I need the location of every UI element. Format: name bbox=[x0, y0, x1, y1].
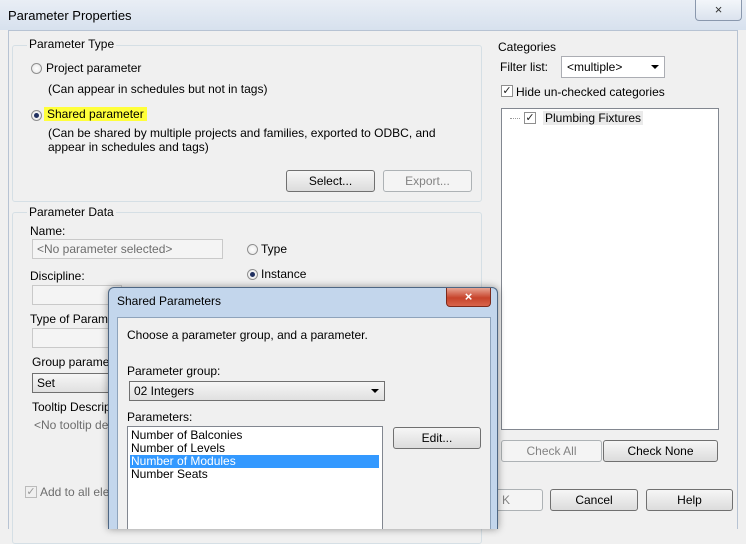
group-parameter-label: Group paramete bbox=[32, 355, 120, 369]
instance-label[interactable]: Instance bbox=[261, 267, 306, 281]
filter-list-label: Filter list: bbox=[500, 60, 548, 74]
hide-unchecked-label[interactable]: Hide un-checked categories bbox=[516, 85, 665, 99]
shared-parameter-radio[interactable] bbox=[31, 110, 42, 121]
shared-parameters-dialog: Shared Parameters × Choose a parameter g… bbox=[108, 287, 498, 529]
parameters-label: Parameters: bbox=[127, 410, 193, 424]
shared-parameter-label[interactable]: Shared parameter bbox=[44, 107, 147, 121]
export-button[interactable]: Export... bbox=[383, 170, 472, 192]
window-title: Parameter Properties bbox=[8, 8, 132, 23]
parameter-type-group: Parameter Type Project parameter (Can ap… bbox=[12, 37, 482, 202]
list-item[interactable]: Number Seats bbox=[130, 468, 379, 481]
edit-button[interactable]: Edit... bbox=[393, 427, 481, 449]
close-icon: × bbox=[714, 2, 723, 17]
window-close-button[interactable]: × bbox=[695, 0, 742, 21]
shared-parameters-close-button[interactable]: × bbox=[446, 288, 491, 307]
shared-parameter-description-line1: (Can be shared by multiple projects and … bbox=[48, 126, 436, 140]
shared-parameters-body: Choose a parameter group, and a paramete… bbox=[117, 317, 491, 529]
cancel-button[interactable]: Cancel bbox=[550, 489, 638, 511]
ok-button-label: K bbox=[502, 493, 511, 507]
filter-list-value: <multiple> bbox=[567, 60, 623, 74]
instance-radio[interactable] bbox=[247, 269, 258, 280]
instruction-text: Choose a parameter group, and a paramete… bbox=[127, 328, 368, 342]
add-to-all-checkbox[interactable]: ✓ bbox=[25, 486, 37, 498]
shared-parameters-title: Shared Parameters bbox=[117, 294, 222, 308]
type-label[interactable]: Type bbox=[261, 242, 287, 256]
plumbing-fixtures-checkbox[interactable]: ✓ bbox=[524, 112, 536, 124]
parameter-group-value: 02 Integers bbox=[134, 384, 195, 398]
shared-parameter-description-line2: appear in schedules and tags) bbox=[48, 140, 209, 154]
tree-connector bbox=[510, 118, 520, 119]
group-parameter-value: Set bbox=[37, 376, 56, 390]
parameter-group-label: Parameter group: bbox=[127, 364, 221, 378]
project-parameter-radio[interactable] bbox=[31, 63, 42, 74]
close-icon: × bbox=[464, 289, 473, 304]
name-field[interactable]: <No parameter selected> bbox=[32, 239, 223, 259]
parameter-group-select[interactable]: 02 Integers bbox=[129, 381, 385, 401]
filter-list-select[interactable]: <multiple> bbox=[561, 56, 665, 78]
category-item-plumbing-fixtures[interactable]: Plumbing Fixtures bbox=[543, 111, 644, 125]
categories-label: Categories bbox=[498, 40, 557, 54]
chevron-down-icon bbox=[371, 389, 379, 393]
select-button[interactable]: Select... bbox=[286, 170, 375, 192]
categories-tree[interactable]: ✓ Plumbing Fixtures bbox=[501, 108, 719, 430]
type-radio[interactable] bbox=[247, 244, 258, 255]
parameter-data-legend: Parameter Data bbox=[27, 205, 116, 219]
project-parameter-description: (Can appear in schedules but not in tags… bbox=[48, 82, 268, 96]
type-of-parameter-label: Type of Paramet bbox=[30, 312, 119, 326]
title-bar: Parameter Properties × bbox=[0, 0, 746, 30]
check-none-button[interactable]: Check None bbox=[603, 440, 718, 462]
discipline-label: Discipline: bbox=[30, 269, 85, 283]
help-button[interactable]: Help bbox=[646, 489, 733, 511]
tooltip-description-label: Tooltip Descripti bbox=[32, 400, 117, 414]
name-label: Name: bbox=[30, 224, 66, 238]
project-parameter-label[interactable]: Project parameter bbox=[46, 61, 141, 75]
parameters-list[interactable]: Number of Balconies Number of Levels Num… bbox=[127, 426, 383, 529]
parameter-type-legend: Parameter Type bbox=[27, 37, 117, 51]
check-all-button[interactable]: Check All bbox=[501, 440, 602, 462]
chevron-down-icon bbox=[651, 65, 659, 69]
hide-unchecked-checkbox[interactable]: ✓ bbox=[501, 85, 513, 97]
